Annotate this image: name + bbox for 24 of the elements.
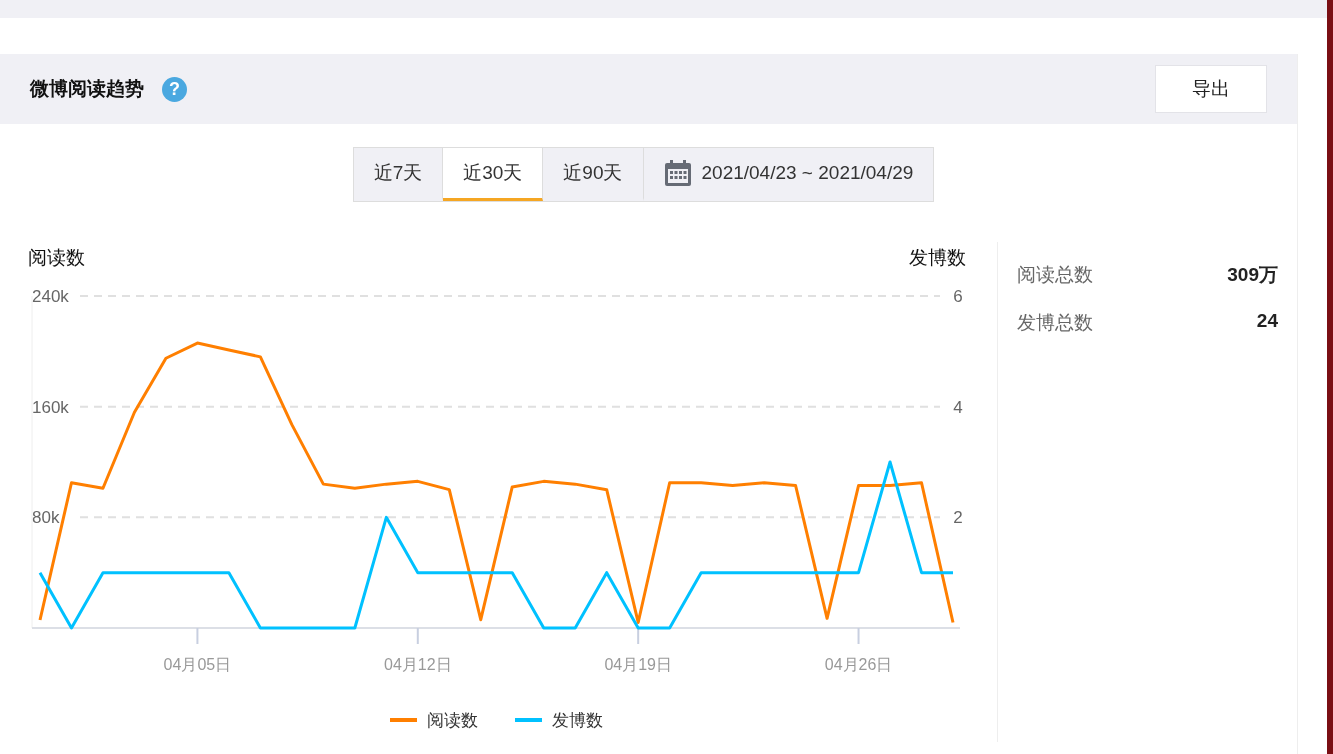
stat-value: 24 <box>1256 310 1278 333</box>
legend-label[interactable]: 发博数 <box>552 711 603 730</box>
y2-axis-label: 6 <box>953 287 963 306</box>
legend-swatch <box>390 718 417 722</box>
panel-title: 微博阅读趋势 <box>30 77 144 101</box>
stat-label: 阅读总数 <box>1017 263 1093 287</box>
axis-title: 发博数 <box>909 247 966 268</box>
export-button[interactable]: 导出 <box>1155 65 1267 113</box>
x-axis-label: 04月26日 <box>824 656 893 673</box>
range-tab[interactable]: 近30天 <box>443 148 544 201</box>
y-axis-label: 160k <box>32 397 69 417</box>
axis-title: 阅读数 <box>28 247 85 268</box>
y2-axis-label: 2 <box>953 508 963 528</box>
calendar-icon <box>663 159 692 187</box>
legend-swatch <box>515 718 542 722</box>
y2-axis-label: 4 <box>953 397 963 417</box>
y-axis-label: 80k <box>32 508 60 528</box>
y-axis-label: 240k <box>32 287 69 306</box>
legend-label[interactable]: 阅读数 <box>427 711 478 730</box>
x-axis-label: 04月05日 <box>163 656 232 673</box>
x-axis-label: 04月12日 <box>384 656 452 673</box>
stat-label: 发博总数 <box>1017 311 1093 335</box>
stat-value: 309万 <box>1227 263 1278 287</box>
x-axis-label: 04月19日 <box>604 656 672 673</box>
